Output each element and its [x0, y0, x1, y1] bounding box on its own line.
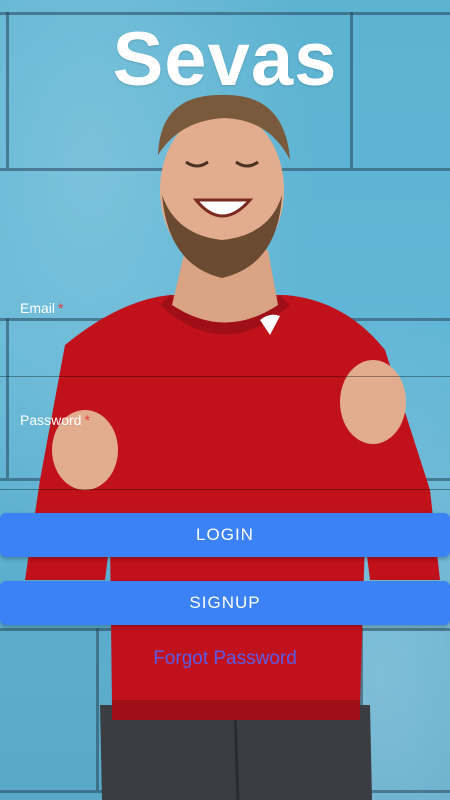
forgot-password-link[interactable]: Forgot Password	[0, 648, 450, 670]
background-photo	[0, 0, 450, 800]
required-asterisk: *	[58, 300, 64, 316]
password-label: Password *	[20, 412, 90, 428]
app-logo: Sevas	[112, 17, 338, 102]
email-input[interactable]	[0, 334, 450, 364]
signup-button[interactable]: SIGNUP	[0, 581, 450, 625]
email-underline	[0, 376, 450, 377]
man-illustration	[25, 94, 440, 800]
email-label: Email *	[20, 300, 64, 316]
password-input[interactable]	[0, 446, 450, 476]
password-underline	[0, 489, 450, 490]
required-asterisk: *	[84, 412, 90, 428]
login-button[interactable]: LOGIN	[0, 513, 450, 557]
